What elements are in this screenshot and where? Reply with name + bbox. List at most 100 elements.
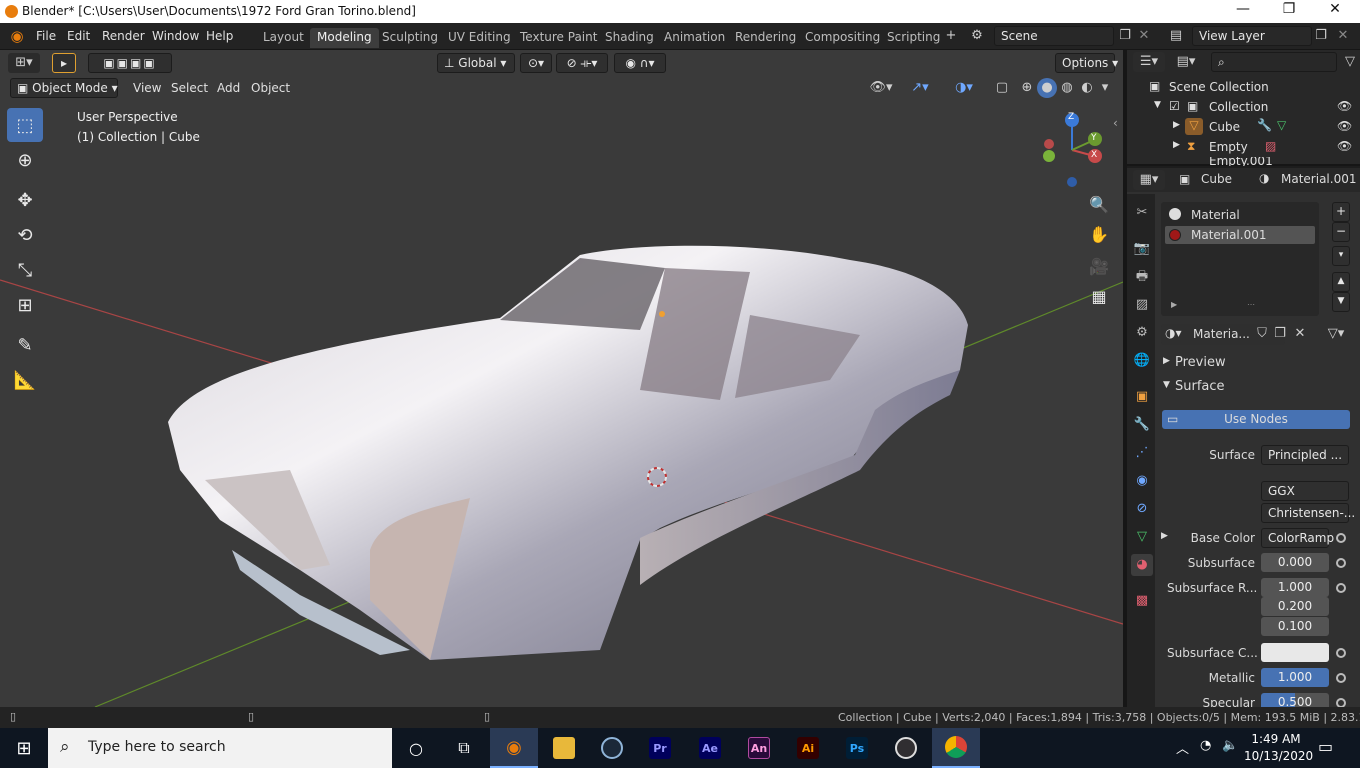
link-type-icon[interactable]: ▽▾ (1321, 324, 1351, 344)
resize-grip-icon[interactable]: ⋯ (1247, 300, 1255, 309)
preview-panel-header[interactable]: ▶ Preview (1157, 352, 1357, 372)
object-tab-icon[interactable]: ▣ (1131, 386, 1153, 408)
eye-icon[interactable]: 👁 (1337, 99, 1352, 113)
use-nodes-button[interactable]: ▭ Use Nodes (1162, 410, 1350, 429)
tab-modeling[interactable]: Modeling (310, 28, 379, 48)
subsurface-value[interactable]: 0.000 (1261, 553, 1329, 572)
taskbar-app-after-effects[interactable]: Ae (686, 728, 734, 768)
outliner-type-icon[interactable]: ☰▾ (1133, 52, 1165, 72)
tab-shading[interactable]: Shading (598, 28, 661, 48)
view-layer-icon[interactable]: ▤ (1162, 26, 1190, 46)
scale-tool[interactable]: ⤡ (7, 253, 43, 287)
socket-icon[interactable] (1336, 673, 1346, 683)
texture-tab-icon[interactable]: ▩ (1131, 590, 1153, 612)
menu-edit[interactable]: Edit (67, 29, 90, 43)
camera-view-icon[interactable]: 🎥 (1086, 254, 1112, 280)
select-tool-icon[interactable]: ▸ (52, 53, 76, 73)
subsurface-color-swatch[interactable] (1261, 643, 1329, 662)
taskbar-app-animate[interactable]: An (735, 728, 783, 768)
view-layer-tab-icon[interactable]: ▨ (1131, 294, 1153, 316)
taskbar-app-premiere[interactable]: Pr (636, 728, 684, 768)
unlink-material-icon[interactable]: ✕ (1291, 324, 1309, 344)
view-layer-field[interactable]: View Layer (1192, 26, 1312, 46)
outliner-search-input[interactable]: ⌕ (1211, 52, 1337, 72)
distribution-dropdown[interactable]: GGX (1261, 481, 1349, 501)
new-view-layer-icon[interactable]: ❐ (1312, 26, 1330, 46)
menu-file[interactable]: File (36, 29, 56, 43)
remove-scene-icon[interactable]: ✕ (1136, 26, 1152, 46)
metallic-value[interactable]: 1.000 (1261, 668, 1329, 687)
material-browse-icon[interactable]: ◑▾ (1165, 326, 1182, 340)
tab-compositing[interactable]: Compositing (798, 28, 887, 48)
outliner-row-collection[interactable]: ▼ ☑ ▣ Collection 👁 (1127, 97, 1360, 117)
network-icon[interactable]: ◔ (1200, 738, 1211, 753)
tab-animation[interactable]: Animation (657, 28, 732, 48)
tool-tab-icon[interactable]: ✂ (1131, 202, 1153, 224)
material-slot-list[interactable]: Material Material.001 ▶ ⋯ (1161, 202, 1319, 316)
pan-hand-icon[interactable]: ✋ (1086, 222, 1112, 248)
material-slot-row-active[interactable]: Material.001 (1165, 226, 1315, 244)
tab-layout[interactable]: Layout (256, 28, 311, 48)
outliner-row-empty-001[interactable]: Empty.001 (1127, 157, 1360, 166)
editor-type-icon[interactable]: ⊞▾ (8, 53, 40, 73)
material-name-field[interactable]: Materia... (1193, 327, 1250, 341)
navigation-gizmo[interactable]: Z X Y (1038, 108, 1108, 188)
move-slot-up-button[interactable]: ▲ (1332, 272, 1350, 292)
menu-render[interactable]: Render (102, 29, 145, 43)
socket-icon[interactable] (1336, 558, 1346, 568)
tab-sculpting[interactable]: Sculpting (375, 28, 445, 48)
material-tab-icon[interactable]: ◕ (1131, 554, 1153, 576)
filter-icon[interactable]: ▽ (1343, 52, 1357, 72)
new-scene-icon[interactable]: ❐ (1116, 26, 1134, 46)
remove-slot-button[interactable]: − (1332, 222, 1350, 242)
tray-chevron-icon[interactable]: ︿ (1176, 738, 1189, 757)
list-expand-icon[interactable]: ▶ (1171, 300, 1177, 309)
minimize-button[interactable]: — (1220, 1, 1266, 21)
taskbar-app-illustrator[interactable]: Ai (784, 728, 832, 768)
task-view-button[interactable]: ⧉ (440, 728, 488, 768)
maximize-button[interactable]: ❐ (1266, 1, 1312, 21)
material-shading-icon[interactable]: ◍ (1057, 78, 1077, 98)
tab-scripting[interactable]: Scripting (880, 28, 947, 48)
display-mode-icon[interactable]: ▤▾ (1171, 52, 1201, 72)
move-tool[interactable]: ✥ (7, 183, 43, 217)
modifier-tab-icon[interactable]: 🔧 (1131, 414, 1153, 436)
visibility-icon[interactable]: 👁▾ (866, 78, 896, 98)
rotate-tool[interactable]: ⟲ (7, 218, 43, 252)
3d-viewport[interactable]: ⊞▾ ▸ ▣▣▣▣ ⊥ Global ▾ ⊙▾ ⊘ ⟛▾ ◉ ∩▾ Option… (0, 50, 1123, 707)
subsurface-radius-x[interactable]: 1.000 (1261, 578, 1329, 597)
socket-icon[interactable] (1336, 648, 1346, 658)
checkbox-icon[interactable]: ☑ (1169, 99, 1180, 113)
start-button[interactable]: ⊞ (0, 728, 48, 768)
socket-icon[interactable] (1336, 583, 1346, 593)
taskbar-app-chrome[interactable] (932, 728, 980, 768)
cursor-tool[interactable]: ⊕ (7, 143, 43, 177)
slot-menu-button[interactable]: ▾ (1332, 246, 1350, 266)
taskbar-app-photoshop[interactable]: Ps (833, 728, 881, 768)
outliner-row-empty[interactable]: ▶ ⧗ Empty ▨ 👁 (1127, 137, 1360, 157)
data-tab-icon[interactable]: ▽ (1131, 526, 1153, 548)
rendered-shading-icon[interactable]: ◐ (1077, 78, 1097, 98)
duplicate-material-icon[interactable]: ❐ (1271, 324, 1289, 344)
clock-date[interactable]: 10/13/2020 (1244, 749, 1313, 763)
sidebar-toggle-icon[interactable]: ‹ (1113, 116, 1118, 130)
physics-tab-icon[interactable]: ◉ (1131, 470, 1153, 492)
add-workspace-icon[interactable]: + (942, 26, 960, 46)
cortana-button[interactable]: ○ (392, 728, 440, 768)
object-mode-dropdown[interactable]: ▣ Object Mode ▾ (10, 78, 118, 98)
wireframe-shading-icon[interactable]: ⊕ (1017, 78, 1037, 98)
properties-type-icon[interactable]: ▦▾ (1133, 170, 1165, 190)
render-tab-icon[interactable]: 📷 (1131, 238, 1153, 260)
outliner-row-scene-collection[interactable]: ▣ Scene Collection (1127, 77, 1360, 97)
taskbar-search-input[interactable]: ⌕ Type here to search (48, 728, 392, 768)
solid-shading-icon[interactable]: ● (1037, 78, 1057, 98)
expand-icon[interactable]: ▶ (1173, 120, 1180, 130)
eye-icon[interactable]: 👁 (1337, 119, 1352, 133)
clock-time[interactable]: 1:49 AM (1248, 732, 1304, 746)
expand-icon[interactable]: ▶ (1173, 140, 1180, 150)
menu-window[interactable]: Window (152, 29, 199, 43)
subsurface-radius-y[interactable]: 0.200 (1261, 597, 1329, 616)
zoom-icon[interactable]: 🔍 (1086, 192, 1112, 218)
surface-panel-header[interactable]: ▼ Surface (1157, 376, 1357, 396)
taskbar-app-explorer[interactable] (540, 728, 588, 768)
